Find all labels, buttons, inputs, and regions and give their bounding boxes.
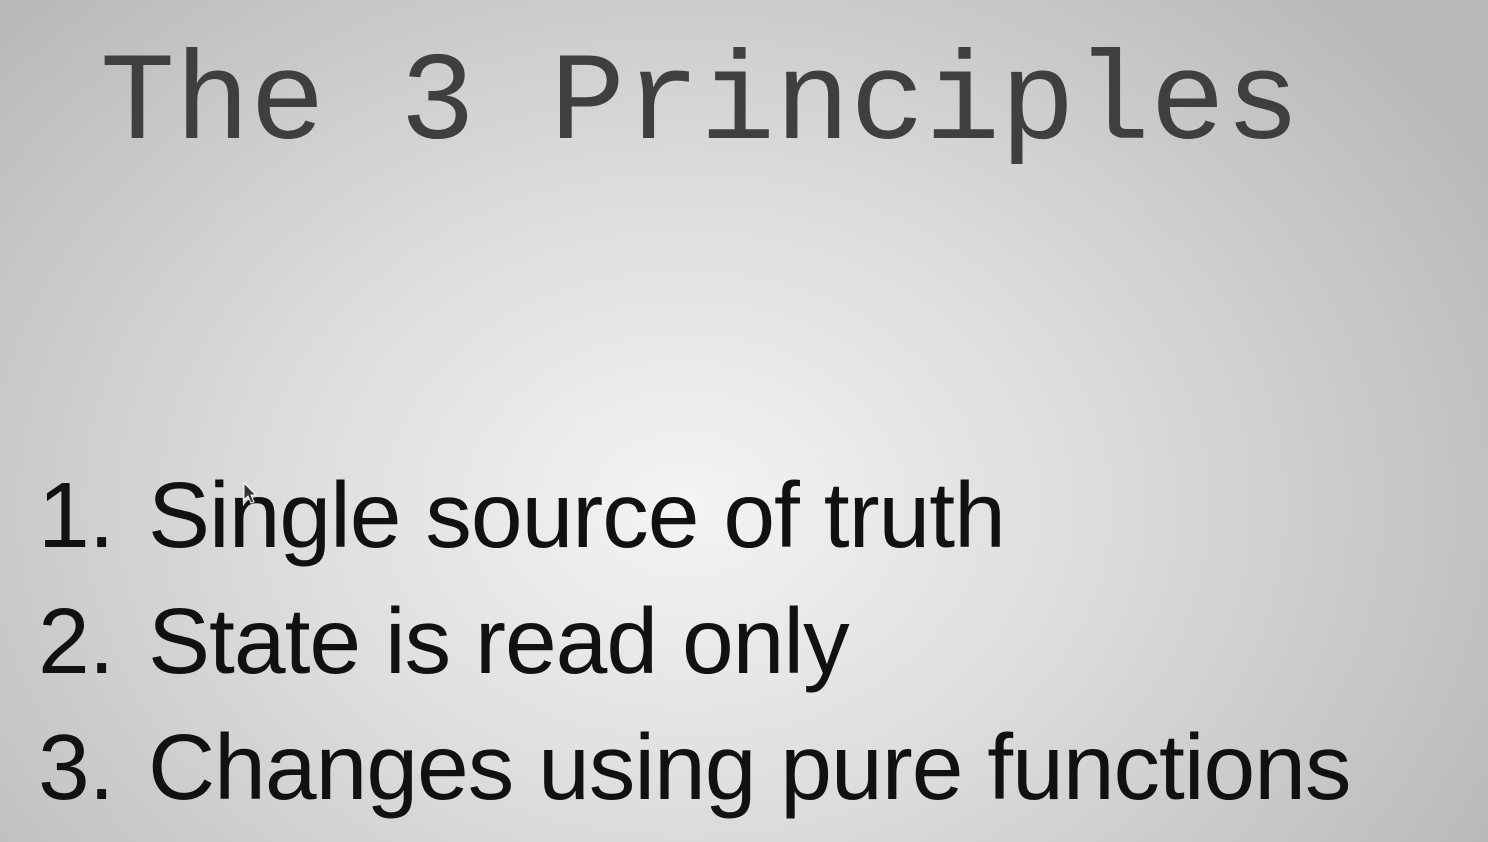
principle-text: State is read only <box>148 589 850 693</box>
principle-number: 2. <box>38 589 115 693</box>
principle-text: Changes using pure functions <box>148 715 1351 819</box>
mouse-pointer-icon <box>243 482 257 504</box>
principle-item-2: 2. State is read only <box>38 578 1350 704</box>
presentation-slide: The 3 Principles 1. Single source of tru… <box>0 0 1488 842</box>
principles-list: 1. Single source of truth 2. State is re… <box>38 452 1351 830</box>
principle-number: 1. <box>38 463 115 567</box>
principle-item-1: 1. Single source of truth <box>38 452 1350 578</box>
slide-title: The 3 Principles <box>100 34 1301 176</box>
principle-number: 3. <box>38 715 115 819</box>
principle-text: Single source of truth <box>148 463 1006 567</box>
principle-item-3: 3. Changes using pure functions <box>38 704 1351 830</box>
